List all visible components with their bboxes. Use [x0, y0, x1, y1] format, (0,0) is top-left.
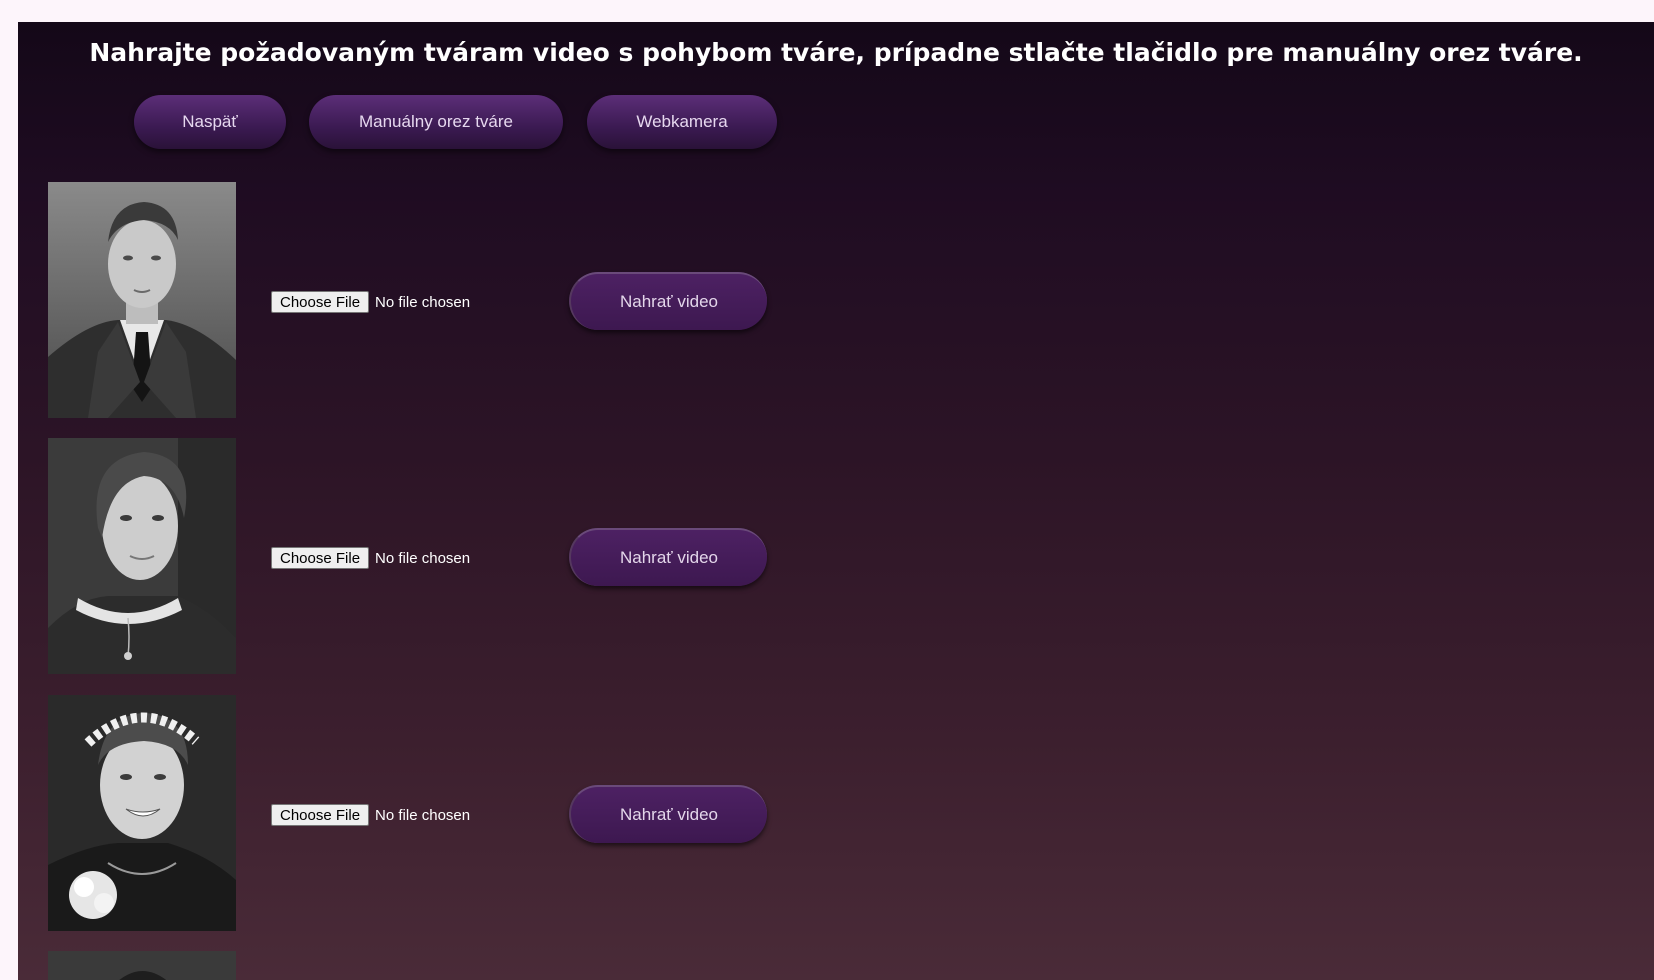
main-panel: Nahrajte požadovaným tváram video s pohy…: [18, 22, 1654, 980]
back-button[interactable]: Naspäť: [134, 95, 286, 149]
upload-video-button[interactable]: Nahrať video: [569, 272, 767, 330]
file-input[interactable]: Choose File No file chosen: [271, 547, 470, 569]
face-row: Choose File No file chosen Nahrať video: [18, 182, 918, 418]
face-photo-man: [48, 182, 236, 418]
choose-file-button[interactable]: Choose File: [271, 804, 370, 826]
file-status: No file chosen: [375, 549, 471, 567]
face-photo-bride: [48, 695, 236, 931]
upload-video-button[interactable]: Nahrať video: [569, 528, 767, 586]
manual-crop-button[interactable]: Manuálny orez tváre: [309, 95, 563, 149]
choose-file-button[interactable]: Choose File: [271, 291, 370, 313]
file-status: No file chosen: [375, 293, 471, 311]
file-input[interactable]: Choose File No file chosen: [271, 291, 470, 313]
choose-file-button[interactable]: Choose File: [271, 547, 370, 569]
file-status: No file chosen: [375, 806, 471, 824]
face-row: Choose File No file chosen Nahrať video: [18, 438, 918, 674]
webcam-button[interactable]: Webkamera: [587, 95, 777, 149]
face-photo-woman: [48, 438, 236, 674]
file-input[interactable]: Choose File No file chosen: [271, 804, 470, 826]
face-photo-partial: [48, 951, 236, 980]
face-row: Choose File No file chosen Nahrať video: [18, 695, 918, 931]
page-title: Nahrajte požadovaným tváram video s pohy…: [89, 38, 1583, 67]
upload-video-button[interactable]: Nahrať video: [569, 785, 767, 843]
